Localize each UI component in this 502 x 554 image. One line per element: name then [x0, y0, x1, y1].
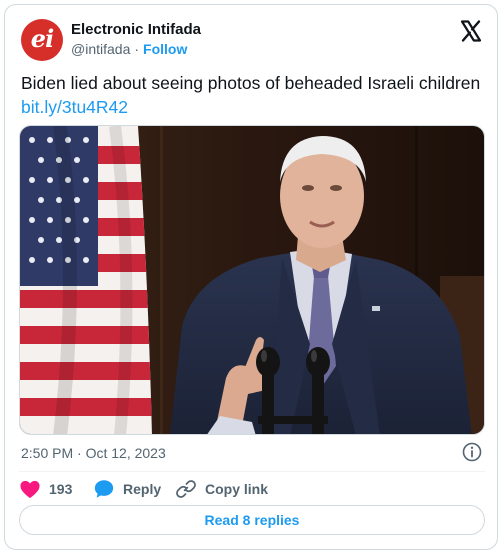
tweet-text: Biden lied about seeing photos of behead…: [21, 71, 483, 119]
meta-separator: ·: [134, 41, 140, 57]
author-avatar[interactable]: ei: [21, 19, 63, 61]
follow-button[interactable]: Follow: [143, 41, 187, 57]
x-logo-icon[interactable]: [459, 19, 483, 43]
copy-link-button[interactable]: Copy link: [175, 475, 268, 503]
tweet-timestamp[interactable]: 2:50 PM · Oct 12, 2023: [21, 445, 166, 461]
heart-icon: [20, 480, 40, 499]
author-handle[interactable]: @intifada: [71, 41, 130, 57]
reply-label: Reply: [123, 481, 162, 497]
author-meta: @intifada · Follow: [71, 41, 187, 57]
tweet-card: ei Electronic Intifada @intifada · Follow …: [4, 4, 498, 550]
copy-link-label: Copy link: [205, 481, 269, 497]
like-button[interactable]: 193: [19, 475, 72, 503]
reply-bubble-icon: [94, 480, 114, 498]
divider: [19, 471, 485, 472]
author-name[interactable]: Electronic Intifada: [71, 21, 201, 38]
reply-button[interactable]: Reply: [93, 475, 161, 503]
photo-illustration: [20, 126, 484, 434]
tweet-body: Biden lied about seeing photos of behead…: [21, 73, 481, 93]
info-icon[interactable]: [462, 442, 482, 462]
link-icon: [176, 480, 196, 498]
tweet-media-photo[interactable]: [19, 125, 485, 435]
avatar-logo-text: ei: [30, 24, 54, 53]
like-count: 193: [49, 481, 73, 497]
read-replies-button[interactable]: Read 8 replies: [19, 505, 485, 535]
tweet-link[interactable]: bit.ly/3tu4R42: [21, 97, 128, 117]
